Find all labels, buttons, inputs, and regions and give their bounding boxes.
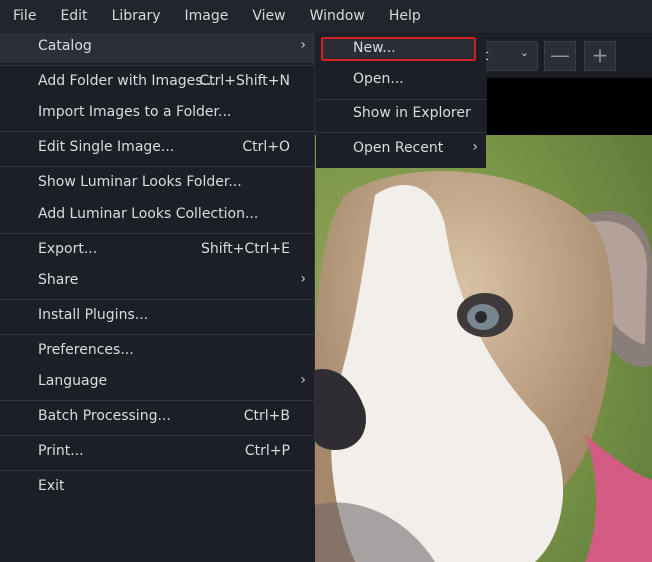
- menu-item-catalog[interactable]: Catalog ›: [0, 33, 314, 63]
- submenu-item-label: New...: [353, 40, 396, 56]
- menu-item-label: Edit Single Image...: [38, 139, 175, 155]
- menu-item-show-looks-folder[interactable]: Show Luminar Looks Folder...: [0, 169, 314, 199]
- zoom-out-button[interactable]: —: [544, 41, 576, 71]
- chevron-right-icon: ›: [472, 139, 478, 155]
- catalog-submenu: New... Open... Show in Explorer Open Rec…: [316, 33, 486, 168]
- menu-separator: [0, 299, 314, 300]
- plus-icon: +: [591, 43, 609, 67]
- menu-separator: [0, 166, 314, 167]
- submenu-item-show-in-explorer[interactable]: Show in Explorer: [316, 100, 486, 130]
- menu-item-label: Print...: [38, 443, 84, 459]
- menu-item-batch-processing[interactable]: Batch Processing... Ctrl+B: [0, 403, 314, 433]
- menu-item-label: Import Images to a Folder...: [38, 104, 232, 120]
- chevron-right-icon: ›: [300, 37, 306, 53]
- menu-item-add-folder[interactable]: Add Folder with Images... Ctrl+Shift+N: [0, 68, 314, 98]
- menu-item-label: Exit: [38, 478, 65, 494]
- menu-edit[interactable]: Edit: [48, 0, 99, 33]
- image-viewer[interactable]: [315, 135, 652, 562]
- menu-item-share[interactable]: Share ›: [0, 267, 314, 297]
- menu-separator: [316, 132, 486, 133]
- menu-item-label: Export...: [38, 241, 98, 257]
- menu-separator: [0, 435, 314, 436]
- canvas-background: [487, 78, 652, 135]
- menu-item-shortcut: Ctrl+P: [244, 443, 290, 459]
- minus-icon: —: [550, 43, 570, 67]
- menu-help[interactable]: Help: [377, 0, 433, 33]
- menu-item-print[interactable]: Print... Ctrl+P: [0, 438, 314, 468]
- menu-separator: [0, 65, 314, 66]
- menu-item-preferences[interactable]: Preferences...: [0, 337, 314, 367]
- menu-separator: [0, 334, 314, 335]
- menu-bar: File Edit Library Image View Window Help: [0, 0, 652, 33]
- submenu-item-label: Open...: [353, 71, 404, 87]
- menu-item-shortcut: Ctrl+Shift+N: [199, 73, 290, 89]
- menu-item-label: Show Luminar Looks Folder...: [38, 174, 242, 190]
- dog-photo: [315, 135, 652, 562]
- menu-item-exit[interactable]: Exit: [0, 473, 314, 503]
- submenu-item-new[interactable]: New...: [321, 37, 476, 61]
- view-select[interactable]: t ⌄: [480, 41, 538, 71]
- menu-item-import-images[interactable]: Import Images to a Folder...: [0, 99, 314, 129]
- menu-separator: [0, 470, 314, 471]
- submenu-item-open-recent[interactable]: Open Recent ›: [316, 135, 486, 165]
- submenu-item-label: Show in Explorer: [353, 105, 471, 121]
- menu-separator: [0, 400, 314, 401]
- menu-item-edit-single-image[interactable]: Edit Single Image... Ctrl+O: [0, 134, 314, 164]
- menu-item-export[interactable]: Export... Shift+Ctrl+E: [0, 236, 314, 266]
- file-menu-dropdown: Catalog › Add Folder with Images... Ctrl…: [0, 33, 315, 505]
- menu-image[interactable]: Image: [173, 0, 241, 33]
- menu-item-label: Add Luminar Looks Collection...: [38, 206, 259, 222]
- menu-item-label: Catalog: [38, 38, 92, 54]
- menu-item-add-looks-collection[interactable]: Add Luminar Looks Collection...: [0, 201, 314, 231]
- submenu-item-label: Open Recent: [353, 140, 444, 156]
- menu-file[interactable]: File: [0, 0, 48, 33]
- chevron-down-icon: ⌄: [519, 46, 529, 59]
- toolbar: t ⌄ — +: [480, 38, 652, 72]
- menu-item-shortcut: Ctrl+B: [243, 408, 290, 424]
- menu-item-label: Add Folder with Images...: [38, 73, 216, 89]
- menu-item-install-plugins[interactable]: Install Plugins...: [0, 302, 314, 332]
- menu-item-label: Install Plugins...: [38, 307, 149, 323]
- menu-item-label: Share: [38, 272, 79, 288]
- chevron-right-icon: ›: [300, 271, 306, 287]
- menu-item-label: Language: [38, 373, 108, 389]
- menu-view[interactable]: View: [240, 0, 297, 33]
- menu-separator: [0, 131, 314, 132]
- menu-window[interactable]: Window: [298, 0, 377, 33]
- menu-item-label: Preferences...: [38, 342, 134, 358]
- submenu-item-open[interactable]: Open...: [316, 66, 486, 96]
- menu-item-label: Batch Processing...: [38, 408, 171, 424]
- chevron-right-icon: ›: [300, 372, 306, 388]
- menu-item-shortcut: Ctrl+O: [242, 139, 290, 155]
- menu-item-language[interactable]: Language ›: [0, 368, 314, 398]
- menu-library[interactable]: Library: [100, 0, 173, 33]
- zoom-in-button[interactable]: +: [584, 41, 616, 71]
- menu-item-shortcut: Shift+Ctrl+E: [200, 241, 290, 257]
- menu-separator: [0, 233, 314, 234]
